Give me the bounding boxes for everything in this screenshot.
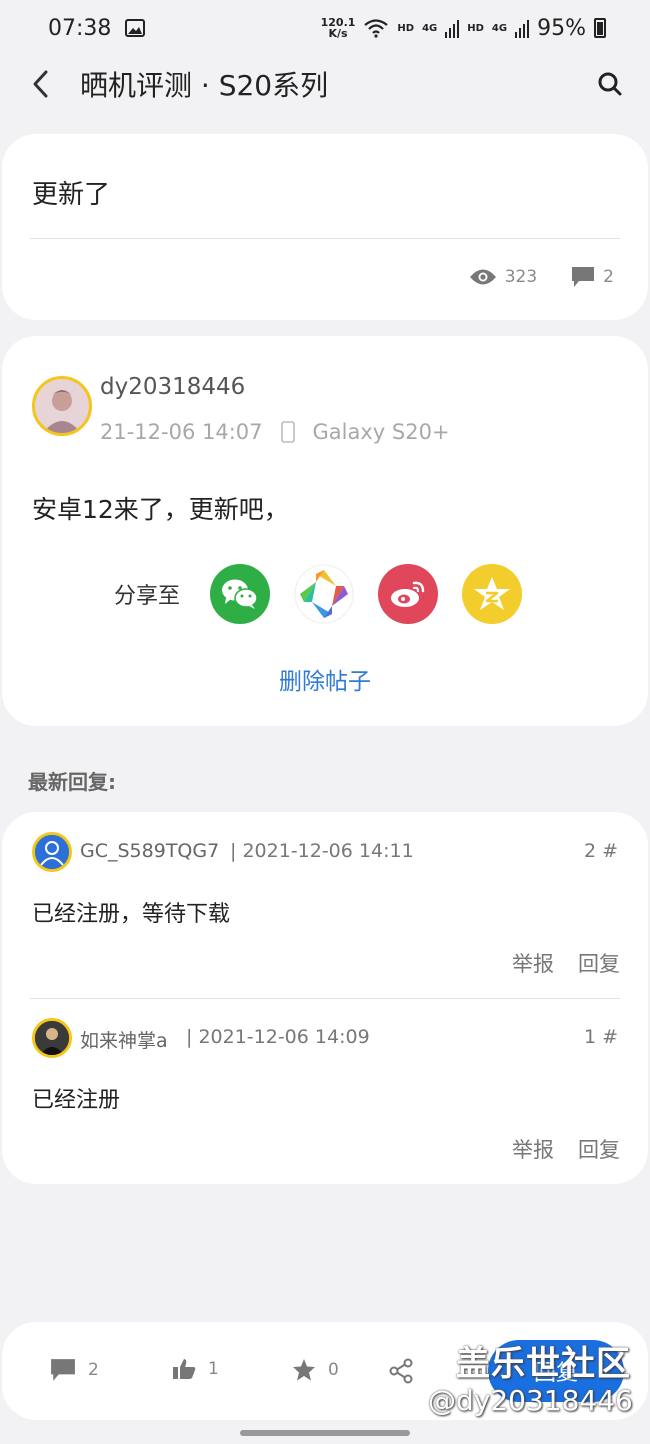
back-button[interactable] — [0, 56, 80, 112]
clock: 07:38 — [48, 15, 112, 41]
battery-percent: 95% — [537, 15, 586, 41]
qzone-share-button[interactable] — [462, 564, 523, 624]
watermark-handle: @dy20318446 — [428, 1384, 633, 1417]
home-indicator[interactable] — [240, 1430, 410, 1436]
star-icon — [293, 1359, 315, 1381]
reply-text: 已经注册，等待下载 — [32, 902, 231, 927]
share-icon — [389, 1358, 413, 1384]
watermark-title: 盖乐世社区 — [456, 1344, 631, 1384]
wechat-share-button[interactable] — [210, 564, 271, 624]
reply-avatar[interactable] — [32, 832, 72, 872]
search-icon — [598, 72, 622, 96]
reply-username[interactable]: GC_S589TQG7 — [80, 840, 219, 862]
weibo-share-button[interactable] — [378, 564, 439, 624]
4g-label-2: 4G — [491, 22, 508, 34]
default-user-icon — [35, 835, 69, 869]
comment-icon — [572, 267, 595, 287]
share-label: 分享至 — [114, 584, 181, 609]
signal-icon-2 — [515, 20, 530, 38]
reply-floor: 2 # — [583, 840, 618, 862]
report-button[interactable]: 举报 — [512, 1134, 554, 1164]
post-stats: 323 2 — [469, 266, 614, 288]
app-bar: 晒机评测 · S20系列 — [0, 56, 650, 112]
comment-count[interactable]: 2 — [571, 266, 614, 288]
gallery-icon — [125, 19, 146, 37]
avatar-image — [35, 379, 89, 433]
moments-icon — [294, 564, 354, 624]
qzone-star-icon — [474, 577, 511, 610]
signal-icon — [445, 20, 460, 38]
replies-card: GC_S589TQG7 | 2021-12-06 14:11 2 # 已经注册，… — [2, 812, 648, 1184]
eye-icon — [469, 269, 496, 285]
wechat-icon — [222, 579, 258, 609]
post-meta: 21-12-06 14:07 Galaxy S20+ — [100, 420, 450, 444]
wifi-icon — [364, 19, 389, 38]
comment-icon — [51, 1359, 75, 1381]
like-action[interactable]: 1 — [172, 1358, 219, 1380]
reply-item: 如来神掌a | 2021-12-06 14:09 1 # 已经注册 举报 回复 — [2, 998, 648, 1184]
favorite-count-value: 0 — [328, 1360, 339, 1380]
reply-time: | 2021-12-06 14:09 — [186, 1026, 370, 1048]
hd-label-2: HD — [467, 22, 484, 34]
search-button[interactable] — [570, 56, 650, 112]
reply-avatar[interactable] — [32, 1018, 72, 1058]
weibo-icon — [391, 581, 425, 607]
reply-item: GC_S589TQG7 | 2021-12-06 14:11 2 # 已经注册，… — [2, 812, 648, 998]
hd-label: HD — [397, 22, 415, 34]
view-count: 323 — [469, 266, 537, 288]
page-title: 晒机评测 · S20系列 — [80, 69, 329, 102]
comment-count-value: 2 — [603, 267, 614, 287]
favorite-action[interactable]: 0 — [292, 1358, 339, 1382]
reply-floor: 1 # — [583, 1026, 618, 1048]
post-date: 21-12-06 14:07 — [100, 420, 263, 444]
report-button[interactable]: 举报 — [512, 948, 554, 978]
share-row: 分享至 — [114, 564, 523, 624]
4g-label: 4G — [422, 22, 438, 34]
avatar[interactable] — [32, 376, 92, 436]
post-title: 更新了 — [32, 180, 111, 210]
like-count-value: 1 — [208, 1359, 219, 1379]
delete-post-link[interactable]: 删除帖子 — [2, 662, 648, 696]
latest-replies-label: 最新回复: — [28, 770, 116, 794]
device-name: Galaxy S20+ — [312, 420, 450, 444]
comment-action[interactable]: 2 — [50, 1358, 99, 1382]
reply-time: | 2021-12-06 14:11 — [230, 840, 414, 862]
reply-text: 已经注册 — [32, 1088, 121, 1113]
comment-count-value: 2 — [88, 1360, 99, 1380]
divider — [30, 238, 620, 239]
reply-action-button[interactable]: 回复 — [578, 948, 620, 978]
status-bar: 07:38 120.1 K/s HD 4G HD 4G 95% — [0, 0, 650, 56]
post-content: 安卓12来了，更新吧， — [32, 495, 289, 524]
back-arrow-icon — [33, 70, 48, 98]
net-speed: 120.1 K/s — [320, 16, 356, 40]
thumbs-up-icon — [173, 1359, 196, 1379]
view-count-value: 323 — [504, 267, 538, 287]
author-username[interactable]: dy20318446 — [100, 374, 245, 400]
reply-action-button[interactable]: 回复 — [578, 1134, 620, 1164]
avatar-image — [35, 1021, 69, 1055]
share-action[interactable] — [388, 1358, 414, 1384]
reply-username[interactable]: 如来神掌a — [80, 1026, 168, 1053]
battery-icon — [594, 18, 606, 38]
post-title-card: 更新了 323 2 — [2, 134, 648, 320]
author-post-card: dy20318446 21-12-06 14:07 Galaxy S20+ 安卓… — [2, 336, 648, 726]
phone-icon — [280, 421, 295, 443]
moments-share-button[interactable] — [294, 564, 355, 624]
